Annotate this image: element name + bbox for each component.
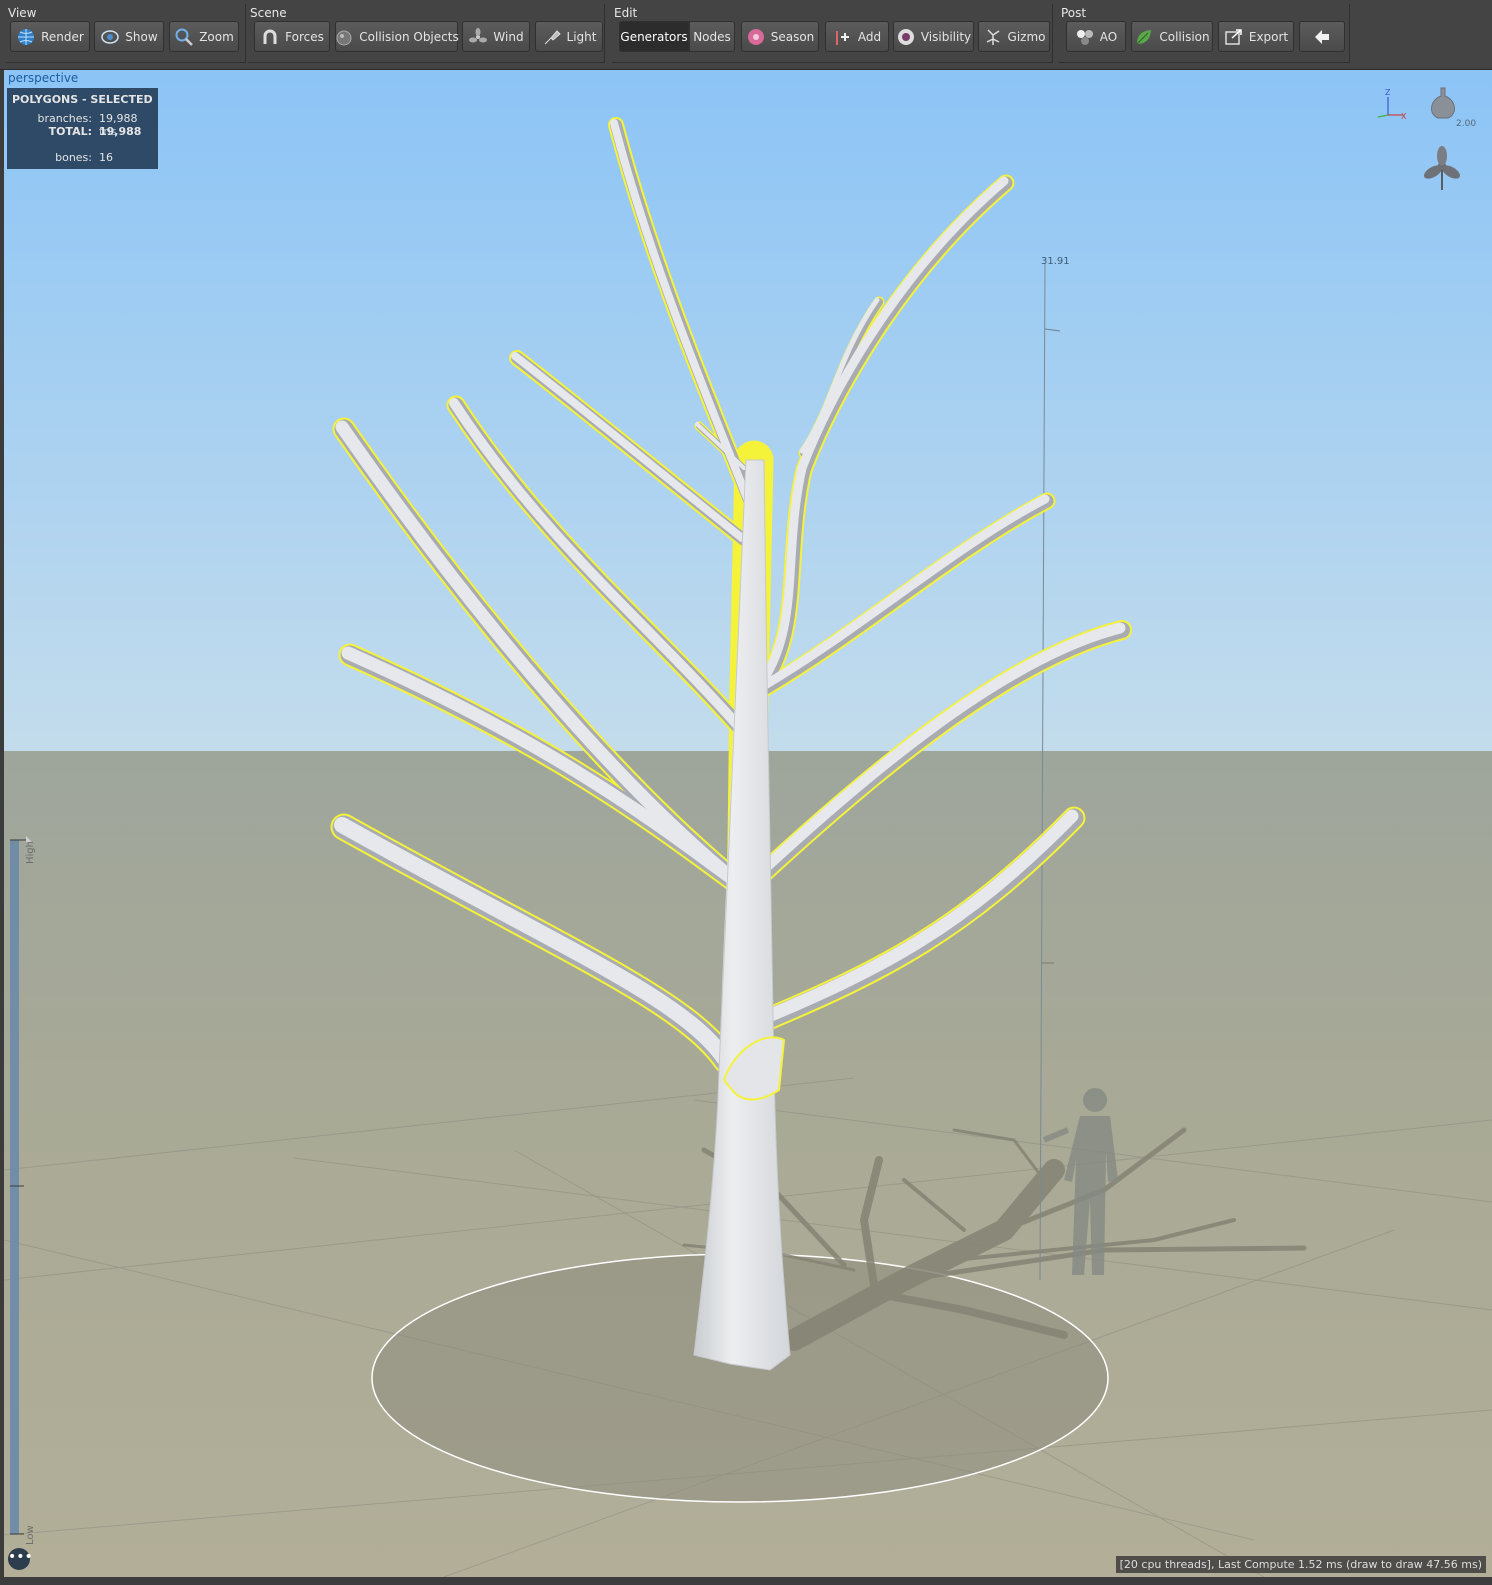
season-button[interactable]: Season [741,21,819,52]
camera-label[interactable]: perspective [8,71,78,85]
zoom-button[interactable]: Zoom [169,21,239,52]
gizmo-label: Gizmo [1007,29,1046,44]
collision-label: Collision [1159,29,1210,44]
wind-icon [468,27,488,47]
show-label: Show [125,29,158,44]
forces-label: Forces [285,29,324,44]
add-button[interactable]: Add [825,21,889,52]
total-value: 19,988 [99,125,142,138]
eye-icon [100,27,120,47]
sphere-icon [334,27,354,47]
main-toolbar: View Render Show Zoom Scene Forces Colli… [0,0,1492,70]
gizmo-button[interactable]: Gizmo [978,21,1050,52]
3d-viewport[interactable]: Z X [4,70,1492,1577]
ao-button[interactable]: AO [1066,21,1126,52]
lod-low-label: Low [25,1525,36,1545]
forces-button[interactable]: Forces [254,21,330,52]
polygon-stats-panel: POLYGONS - SELECTED branches: 19,988 tri… [7,88,158,169]
magnet-icon [260,27,280,47]
post-group-label: Post [1061,6,1087,20]
collision-button[interactable]: Collision [1131,21,1213,52]
light-intensity-value: 2.00 [1456,119,1477,129]
viewport-frame-bottom [0,1577,1492,1585]
globe-icon [16,27,36,47]
visibility-label: Visibility [920,29,972,44]
nodes-label: Nodes [693,29,731,44]
generators-label: Generators [620,29,688,44]
leaf-icon [1134,27,1154,47]
back-button[interactable] [1299,21,1345,52]
compute-status-bar: [20 cpu threads], Last Compute 1.52 ms (… [1115,1556,1486,1573]
season-icon [746,27,766,47]
add-icon [833,27,853,47]
scene-group-label: Scene [250,6,287,20]
wind-label: Wind [493,29,524,44]
light-label: Light [566,29,597,44]
bones-label: bones: [55,151,92,164]
generators-tab[interactable]: Generators [619,21,689,52]
nodes-tab[interactable]: Nodes [689,21,735,52]
lamp-icon [542,27,562,47]
show-button[interactable]: Show [94,21,164,52]
axis-z-label: Z [1385,88,1391,97]
bones-value: 16 [99,151,113,164]
export-icon [1224,27,1244,47]
back-arrow-icon [1312,27,1332,47]
ao-label: AO [1099,29,1118,44]
visibility-eye-icon [896,27,916,47]
axis-x-label: X [1401,112,1407,121]
export-label: Export [1248,29,1289,44]
branches-value: 19,988 [99,112,138,125]
viewport-frame-left [0,70,4,1585]
collision-objects-label: Collision Objects [359,29,459,44]
render-button[interactable]: Render [10,21,90,52]
collision-objects-button[interactable]: Collision Objects [334,21,459,52]
edit-group-label: Edit [614,6,638,20]
season-label: Season [770,29,815,44]
gizmo-icon [983,27,1003,47]
viewport-menu-button[interactable]: ••• [8,1548,33,1570]
total-label: TOTAL: [48,125,92,138]
stats-header: POLYGONS - SELECTED [12,93,153,106]
light-button[interactable]: Light [535,21,603,52]
ao-icon [1075,27,1095,47]
wind-button[interactable]: Wind [462,21,530,52]
visibility-button[interactable]: Visibility [893,21,974,52]
scene-canvas[interactable]: Z X [4,70,1492,1577]
height-measure-label: 31.91 [1041,256,1070,267]
export-button[interactable]: Export [1218,21,1294,52]
add-label: Add [857,29,882,44]
lod-high-label: High [25,841,36,864]
branches-label: branches: [37,112,92,125]
render-label: Render [41,29,84,44]
view-group-label: View [8,6,37,20]
magnifier-icon [174,27,194,47]
zoom-label: Zoom [199,29,234,44]
